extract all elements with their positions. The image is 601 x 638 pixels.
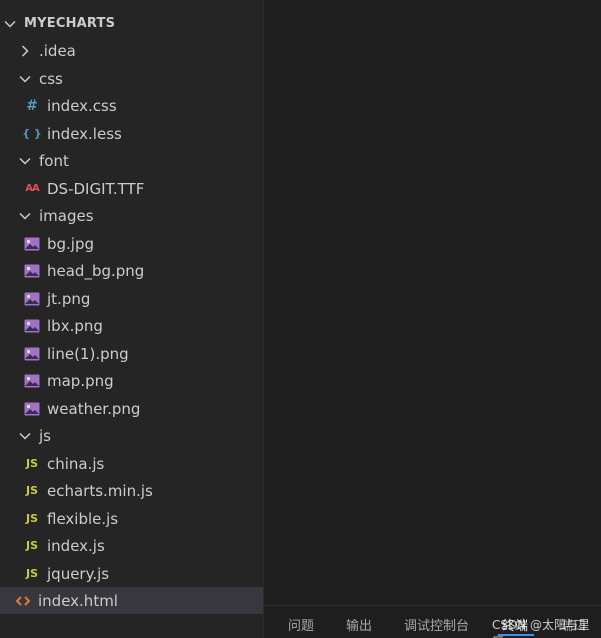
chevron-down-icon: [17, 153, 33, 169]
folder-label: font: [39, 151, 69, 170]
folder-row[interactable]: .idea: [0, 37, 263, 64]
folder-row[interactable]: js: [0, 422, 263, 449]
tab-debug-console[interactable]: 调试控制台: [404, 615, 469, 634]
chevron-down-icon: [2, 16, 18, 32]
file-row[interactable]: bg.jpg: [0, 230, 263, 257]
folder-row[interactable]: font: [0, 147, 263, 174]
chevron-down-icon: [17, 428, 33, 444]
less-file-icon: { }: [22, 127, 42, 140]
file-row[interactable]: JS index.js: [0, 532, 263, 559]
file-row[interactable]: map.png: [0, 367, 263, 394]
chevron-right-icon: [17, 43, 33, 59]
image-file-icon: [22, 402, 42, 416]
html-file-icon: [13, 594, 33, 608]
tab-terminal[interactable]: 终端: [502, 615, 528, 634]
image-file-icon: [22, 347, 42, 361]
file-row[interactable]: jt.png: [0, 285, 263, 312]
file-label: DS-DIGIT.TTF: [47, 179, 145, 198]
file-label: echarts.min.js: [47, 481, 153, 500]
chevron-down-icon: [17, 71, 33, 87]
file-row[interactable]: JS jquery.js: [0, 560, 263, 587]
file-label: map.png: [47, 371, 114, 390]
tab-output[interactable]: 输出: [346, 615, 372, 634]
file-label: flexible.js: [47, 509, 119, 528]
image-file-icon: [22, 374, 42, 388]
file-label: bg.jpg: [47, 234, 95, 253]
file-label: lbx.png: [47, 316, 103, 335]
explorer-panel: MYECHARTS .idea css # index.css { } index.les…: [0, 0, 263, 638]
js-file-icon: JS: [25, 484, 38, 497]
js-file-icon: JS: [25, 457, 38, 470]
file-label: weather.png: [47, 399, 141, 418]
file-row[interactable]: line(1).png: [0, 340, 263, 367]
file-label: jt.png: [47, 289, 91, 308]
chevron-down-icon: [17, 208, 33, 224]
active-tab-indicator: [498, 634, 534, 636]
vscode-window: MYECHARTS .idea css # index.css { } index.les…: [0, 0, 601, 638]
file-row[interactable]: JS echarts.min.js: [0, 477, 263, 504]
folder-label: css: [39, 69, 63, 88]
file-label: jquery.js: [47, 564, 110, 583]
js-file-icon: JS: [25, 539, 38, 552]
image-file-icon: [22, 319, 42, 333]
font-file-icon: AΑ: [25, 183, 39, 194]
css-file-icon: #: [26, 97, 38, 114]
file-label: line(1).png: [47, 344, 129, 363]
image-file-icon: [22, 264, 42, 278]
file-row[interactable]: index.html: [0, 587, 263, 614]
file-row[interactable]: head_bg.png: [0, 257, 263, 284]
js-file-icon: JS: [25, 512, 38, 525]
file-label: head_bg.png: [47, 261, 145, 280]
editor-area: [264, 0, 601, 605]
panel-tab-bar: 问题 输出 调试控制台 终端 端口: [264, 605, 601, 638]
explorer-root-label: MYECHARTS: [24, 16, 116, 31]
js-file-icon: JS: [25, 567, 38, 580]
file-row[interactable]: JS china.js: [0, 450, 263, 477]
image-file-icon: [22, 237, 42, 251]
folder-row[interactable]: css: [0, 65, 263, 92]
file-row[interactable]: lbx.png: [0, 312, 263, 339]
explorer-root-folder[interactable]: MYECHARTS: [0, 10, 263, 37]
file-row[interactable]: # index.css: [0, 92, 263, 119]
file-label: index.html: [38, 591, 118, 610]
file-label: index.css: [47, 96, 117, 115]
folder-row[interactable]: images: [0, 202, 263, 229]
file-label: index.js: [47, 536, 105, 555]
folder-label: images: [39, 206, 94, 225]
file-row[interactable]: { } index.less: [0, 120, 263, 147]
file-label: index.less: [47, 124, 122, 143]
file-label: china.js: [47, 454, 105, 473]
file-row[interactable]: JS flexible.js: [0, 505, 263, 532]
tab-ports[interactable]: 端口: [560, 615, 586, 634]
file-row[interactable]: AΑ DS-DIGIT.TTF: [0, 175, 263, 202]
image-file-icon: [22, 292, 42, 306]
file-row[interactable]: weather.png: [0, 395, 263, 422]
tab-problems[interactable]: 问题: [288, 615, 314, 634]
folder-label: js: [39, 426, 51, 445]
folder-label: .idea: [39, 41, 76, 60]
